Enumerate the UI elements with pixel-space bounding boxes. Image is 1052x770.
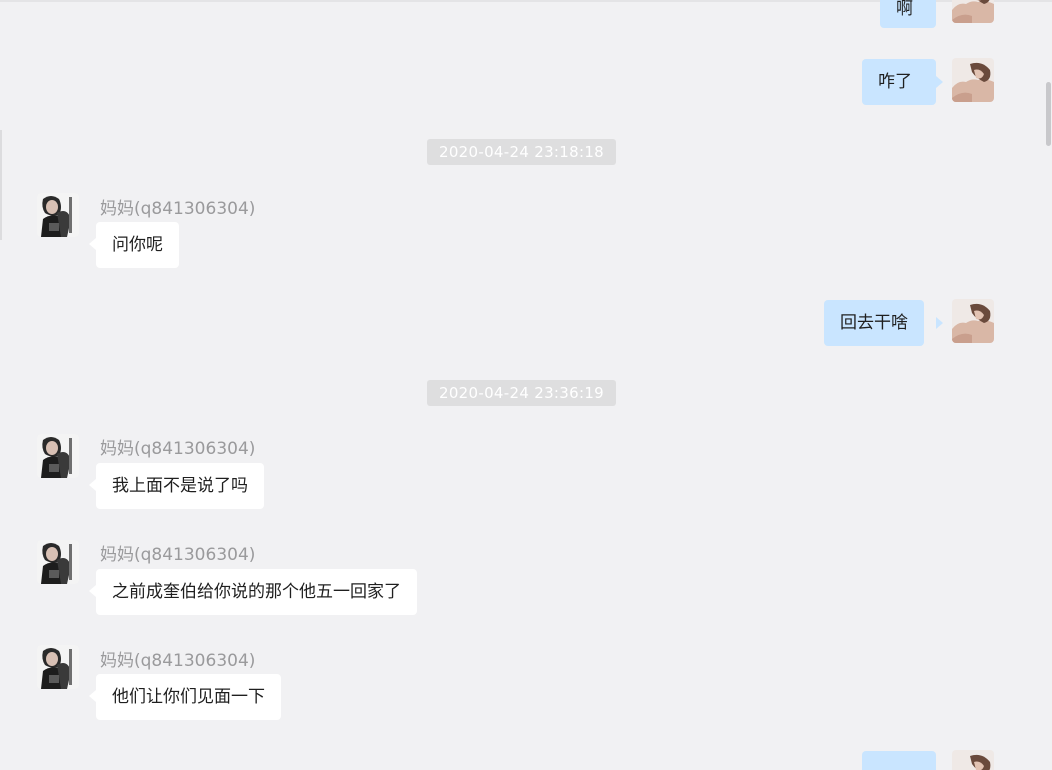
bubble-tail bbox=[89, 690, 96, 702]
bubble-tail bbox=[936, 76, 943, 88]
self-avatar[interactable] bbox=[952, 299, 994, 343]
timestamp-divider: 2020-04-24 23:36:19 bbox=[427, 380, 617, 406]
contact-avatar[interactable] bbox=[37, 193, 79, 237]
message-bubble-incoming[interactable]: 他们让你们见面一下 bbox=[96, 674, 281, 720]
message-bubble-incoming[interactable]: 之前成奎伯给你说的那个他五一回家了 bbox=[96, 569, 417, 615]
sender-name: 妈妈(q841306304) bbox=[100, 545, 256, 565]
message-bubble-outgoing[interactable]: 咋了 bbox=[862, 59, 936, 105]
message-bubble-outgoing[interactable]: 啊 bbox=[880, 0, 936, 28]
bubble-tail bbox=[89, 585, 96, 597]
contact-avatar[interactable] bbox=[37, 434, 79, 478]
timestamp-divider: 2020-04-24 23:18:18 bbox=[427, 139, 617, 165]
contact-avatar[interactable] bbox=[37, 540, 79, 584]
contact-avatar[interactable] bbox=[37, 645, 79, 689]
message-bubble-incoming[interactable]: 我上面不是说了吗 bbox=[96, 463, 264, 509]
message-bubble-incoming[interactable]: 问你呢 bbox=[96, 222, 179, 268]
sender-name: 妈妈(q841306304) bbox=[100, 651, 256, 671]
sender-name: 妈妈(q841306304) bbox=[100, 439, 256, 459]
bubble-tail bbox=[89, 238, 96, 250]
message-bubble-outgoing[interactable]: 回去干啥 bbox=[824, 300, 924, 346]
self-avatar[interactable] bbox=[952, 750, 994, 770]
self-avatar[interactable] bbox=[952, 0, 994, 23]
scrollbar-thumb[interactable] bbox=[1046, 82, 1051, 146]
chat-window: 啊 咋了 2020-04-24 23:18:18 妈妈(q841306304) … bbox=[0, 0, 1052, 770]
message-bubble-outgoing-partial[interactable] bbox=[862, 751, 936, 770]
sender-name: 妈妈(q841306304) bbox=[100, 199, 256, 219]
left-edge-divider bbox=[0, 130, 2, 240]
self-avatar[interactable] bbox=[952, 58, 994, 102]
bubble-tail bbox=[89, 479, 96, 491]
bubble-tail bbox=[936, 317, 943, 329]
scrollbar[interactable] bbox=[1044, 0, 1052, 770]
